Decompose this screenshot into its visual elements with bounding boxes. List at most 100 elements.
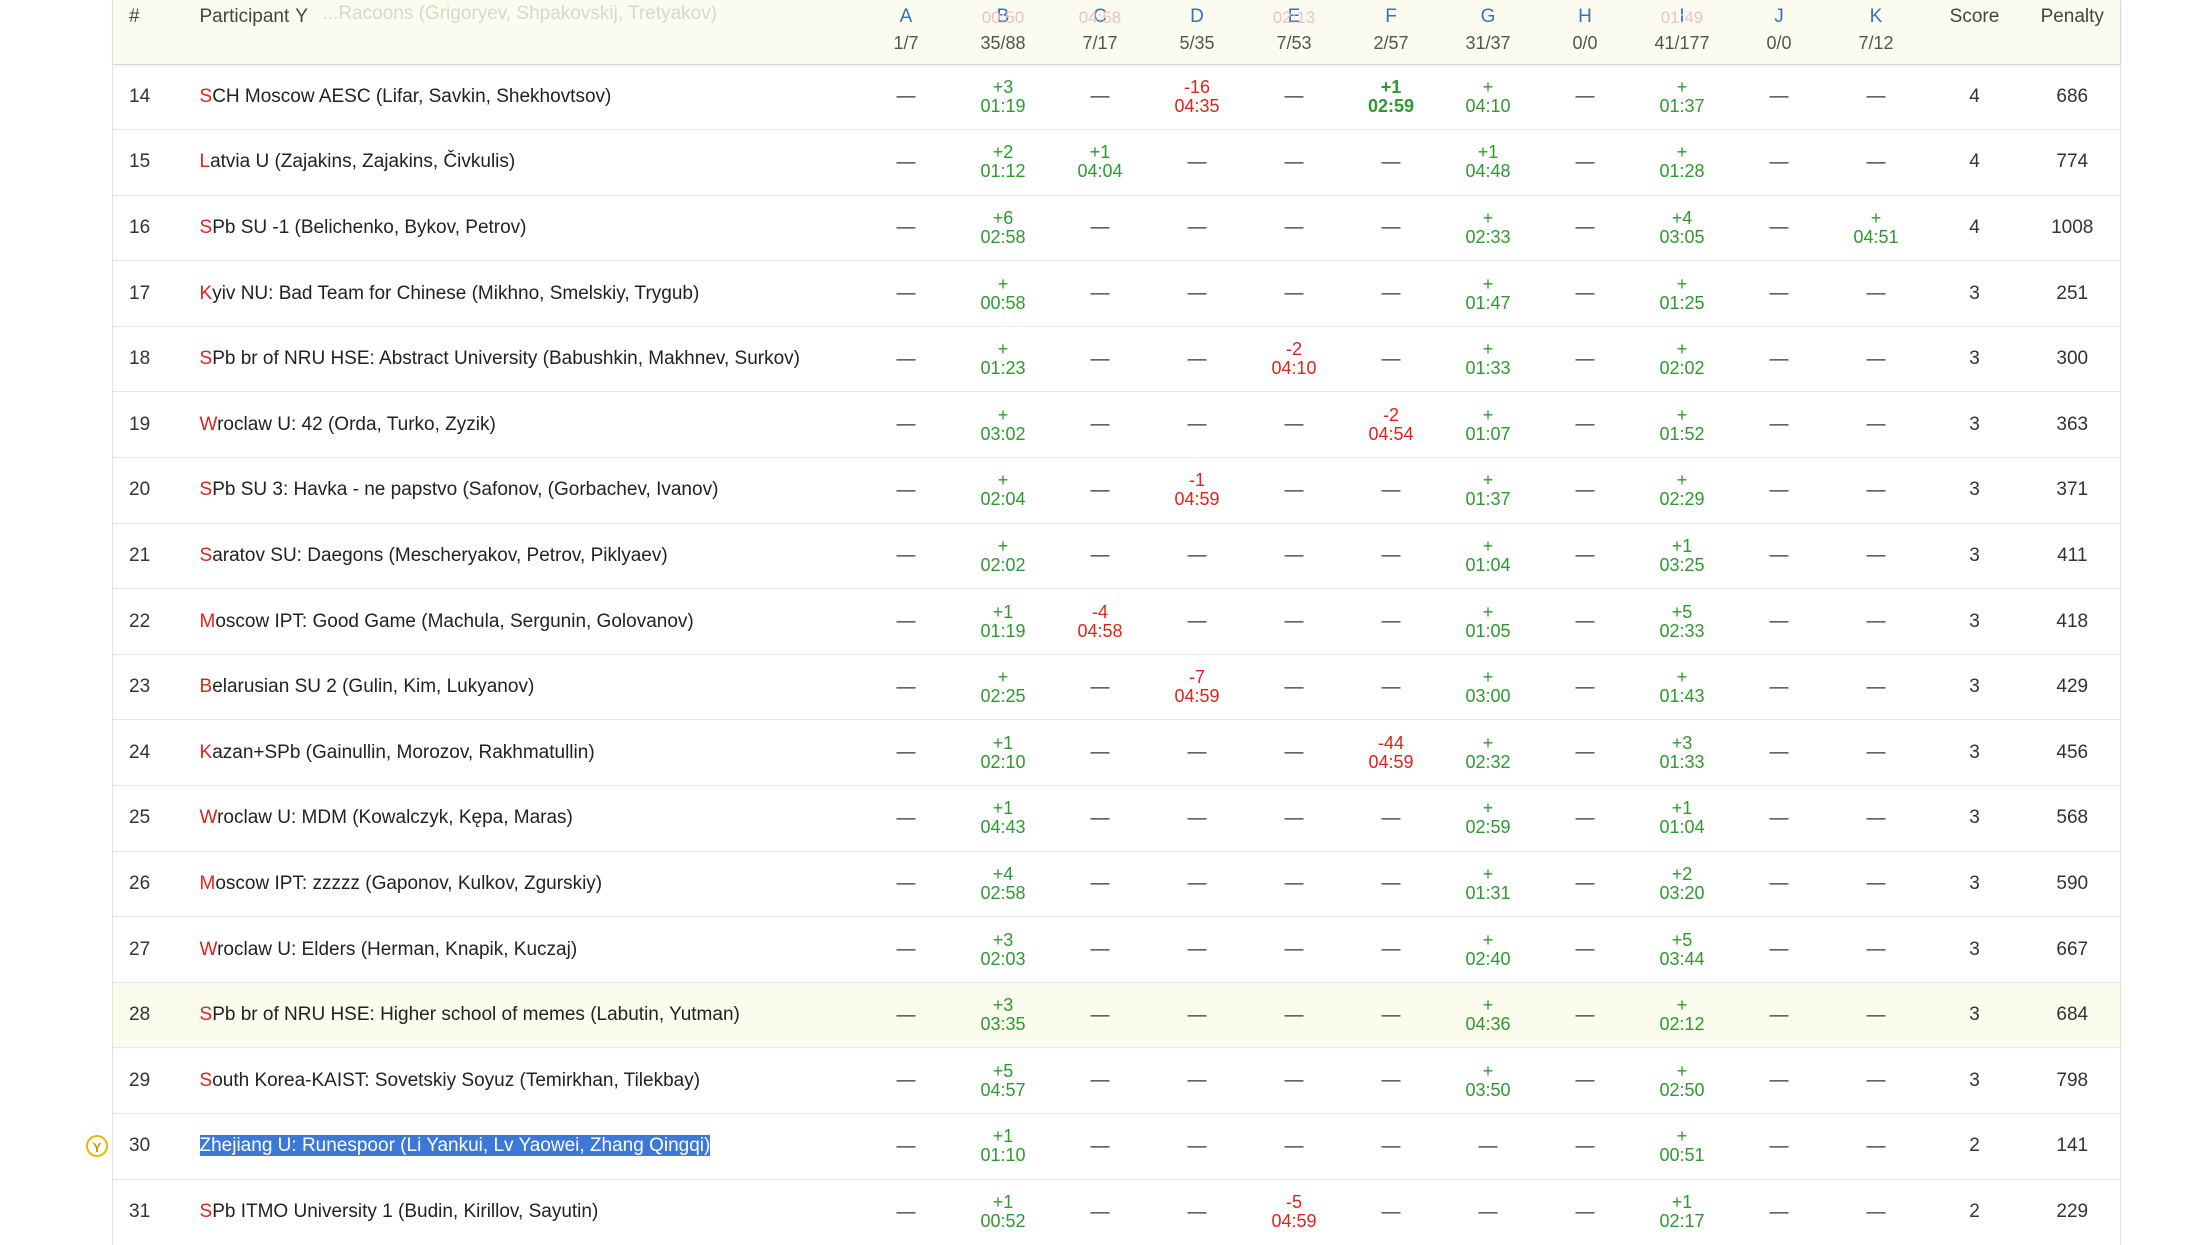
problem-result-f[interactable]: — xyxy=(1343,589,1440,655)
table-row[interactable]: 15 Latvia U (Zajakins, Zajakins, Čivkulis… xyxy=(112,129,2121,196)
problem-result-b[interactable]: +3 02:03 xyxy=(955,917,1052,983)
participant-name[interactable]: Wroclaw U: Elders (Herman, Knapik, Kucza… xyxy=(173,917,858,983)
table-row[interactable]: 24 Kazan+SPb (Gainullin, Morozov, Rakhmat… xyxy=(112,719,2121,786)
problem-result-b[interactable]: +4 02:58 xyxy=(955,851,1052,917)
problem-result-d[interactable]: — xyxy=(1149,720,1246,786)
problem-result-g[interactable]: +04:36 xyxy=(1440,982,1537,1048)
problem-result-d[interactable]: — xyxy=(1149,982,1246,1048)
problem-result-f[interactable]: — xyxy=(1343,458,1440,524)
problem-result-i[interactable]: +2 03:20 xyxy=(1634,851,1731,917)
problem-result-i[interactable]: +02:02 xyxy=(1634,326,1731,392)
problem-result-k[interactable]: — xyxy=(1828,64,1925,130)
problem-result-c[interactable]: — xyxy=(1052,64,1149,130)
problem-result-e[interactable]: — xyxy=(1246,982,1343,1048)
selected-participant-text[interactable]: Zhejiang U: Runespoor (Li Yankui, Lv Yao… xyxy=(199,1135,711,1157)
problem-result-h[interactable]: — xyxy=(1537,917,1634,983)
score-column-header[interactable]: Score xyxy=(1925,0,2025,64)
problem-result-j[interactable]: — xyxy=(1731,917,1828,983)
problem-result-h[interactable]: — xyxy=(1537,130,1634,196)
problem-result-f[interactable]: — xyxy=(1343,195,1440,261)
participant-name[interactable]: SPb SU -1 (Belichenko, Bykov, Petrov) xyxy=(173,195,858,261)
problem-result-k[interactable]: — xyxy=(1828,523,1925,589)
problem-result-j[interactable]: — xyxy=(1731,195,1828,261)
problem-result-b[interactable]: +3 01:19 xyxy=(955,64,1052,130)
problem-result-d[interactable]: — xyxy=(1149,392,1246,458)
problem-header-f[interactable]: F 2/57 xyxy=(1343,0,1440,64)
problem-result-f[interactable]: — xyxy=(1343,982,1440,1048)
participant-name[interactable]: Wroclaw U: 42 (Orda, Turko, Zyzik) xyxy=(173,392,858,458)
participant-name[interactable]: SPb br of NRU HSE: Higher school of meme… xyxy=(173,982,858,1048)
problem-result-a[interactable]: — xyxy=(858,392,955,458)
problem-result-g[interactable]: +01:05 xyxy=(1440,589,1537,655)
problem-result-g[interactable]: +03:50 xyxy=(1440,1048,1537,1114)
problem-result-a[interactable]: — xyxy=(858,720,955,786)
problem-result-g[interactable]: +01:04 xyxy=(1440,523,1537,589)
problem-result-a[interactable]: — xyxy=(858,786,955,852)
problem-result-d[interactable]: -1 04:59 xyxy=(1149,458,1246,524)
problem-result-j[interactable]: — xyxy=(1731,1114,1828,1180)
problem-result-k[interactable]: — xyxy=(1828,851,1925,917)
participant-name[interactable]: SPb SU 3: Havka - ne papstvo (Safonov, (… xyxy=(173,458,858,524)
problem-result-h[interactable]: — xyxy=(1537,654,1634,720)
problem-result-a[interactable]: — xyxy=(858,1048,955,1114)
problem-result-i[interactable]: +01:52 xyxy=(1634,392,1731,458)
problem-result-f[interactable]: — xyxy=(1343,326,1440,392)
problem-result-e[interactable]: — xyxy=(1246,1048,1343,1114)
problem-header-k[interactable]: K 7/12 xyxy=(1828,0,1925,64)
problem-result-e[interactable]: — xyxy=(1246,851,1343,917)
problem-result-k[interactable]: — xyxy=(1828,392,1925,458)
participant-name[interactable]: SPb ITMO University 1 (Budin, Kirillov, … xyxy=(173,1179,858,1245)
problem-result-g[interactable]: +01:33 xyxy=(1440,326,1537,392)
problem-header-b[interactable]: B 35/88 00:50 xyxy=(955,0,1052,64)
problem-result-i[interactable]: +02:12 xyxy=(1634,982,1731,1048)
problem-header-j[interactable]: J 0/0 xyxy=(1731,0,1828,64)
table-row[interactable]: 28 SPb br of NRU HSE: Higher school of me… xyxy=(112,982,2121,1048)
problem-result-d[interactable]: — xyxy=(1149,130,1246,196)
problem-result-d[interactable]: — xyxy=(1149,786,1246,852)
problem-result-k[interactable]: — xyxy=(1828,720,1925,786)
problem-result-f[interactable]: — xyxy=(1343,786,1440,852)
problem-result-b[interactable]: +02:04 xyxy=(955,458,1052,524)
problem-result-j[interactable]: — xyxy=(1731,130,1828,196)
problem-result-h[interactable]: — xyxy=(1537,720,1634,786)
problem-result-k[interactable]: — xyxy=(1828,130,1925,196)
problem-result-b[interactable]: +6 02:58 xyxy=(955,195,1052,261)
problem-result-c[interactable]: -4 04:58 xyxy=(1052,589,1149,655)
problem-result-e[interactable]: -2 04:10 xyxy=(1246,326,1343,392)
problem-result-j[interactable]: — xyxy=(1731,654,1828,720)
problem-result-g[interactable]: +02:40 xyxy=(1440,917,1537,983)
problem-result-h[interactable]: — xyxy=(1537,589,1634,655)
problem-result-c[interactable]: — xyxy=(1052,654,1149,720)
problem-result-j[interactable]: — xyxy=(1731,589,1828,655)
problem-result-i[interactable]: +5 02:33 xyxy=(1634,589,1731,655)
problem-header-e[interactable]: E 7/53 02:13 xyxy=(1246,0,1343,64)
problem-result-c[interactable]: — xyxy=(1052,326,1149,392)
problem-result-j[interactable]: — xyxy=(1731,392,1828,458)
selection-marker-icon[interactable]: Y xyxy=(86,1135,108,1158)
problem-result-a[interactable]: — xyxy=(858,851,955,917)
problem-result-e[interactable]: -5 04:59 xyxy=(1246,1179,1343,1245)
problem-result-f[interactable]: — xyxy=(1343,1048,1440,1114)
problem-result-g[interactable]: +01:47 xyxy=(1440,261,1537,327)
problem-result-e[interactable]: — xyxy=(1246,392,1343,458)
participant-name[interactable]: Saratov SU: Daegons (Mescheryakov, Petro… xyxy=(173,523,858,589)
problem-result-j[interactable]: — xyxy=(1731,786,1828,852)
problem-result-g[interactable]: — xyxy=(1440,1179,1537,1245)
problem-result-a[interactable]: — xyxy=(858,654,955,720)
problem-result-a[interactable]: — xyxy=(858,589,955,655)
problem-result-j[interactable]: — xyxy=(1731,1048,1828,1114)
participant-name[interactable]: Zhejiang U: Runespoor (Li Yankui, Lv Yao… xyxy=(173,1114,858,1180)
problem-result-k[interactable]: — xyxy=(1828,917,1925,983)
problem-result-g[interactable]: +1 04:48 xyxy=(1440,130,1537,196)
problem-letter[interactable]: D xyxy=(1149,6,1246,28)
problem-result-e[interactable]: — xyxy=(1246,1114,1343,1180)
problem-result-c[interactable]: — xyxy=(1052,851,1149,917)
problem-result-e[interactable]: — xyxy=(1246,523,1343,589)
problem-result-h[interactable]: — xyxy=(1537,458,1634,524)
problem-result-j[interactable]: — xyxy=(1731,523,1828,589)
problem-result-b[interactable]: +01:23 xyxy=(955,326,1052,392)
problem-result-f[interactable]: — xyxy=(1343,1179,1440,1245)
problem-result-h[interactable]: — xyxy=(1537,64,1634,130)
problem-result-b[interactable]: +02:02 xyxy=(955,523,1052,589)
problem-result-i[interactable]: +1 03:25 xyxy=(1634,523,1731,589)
